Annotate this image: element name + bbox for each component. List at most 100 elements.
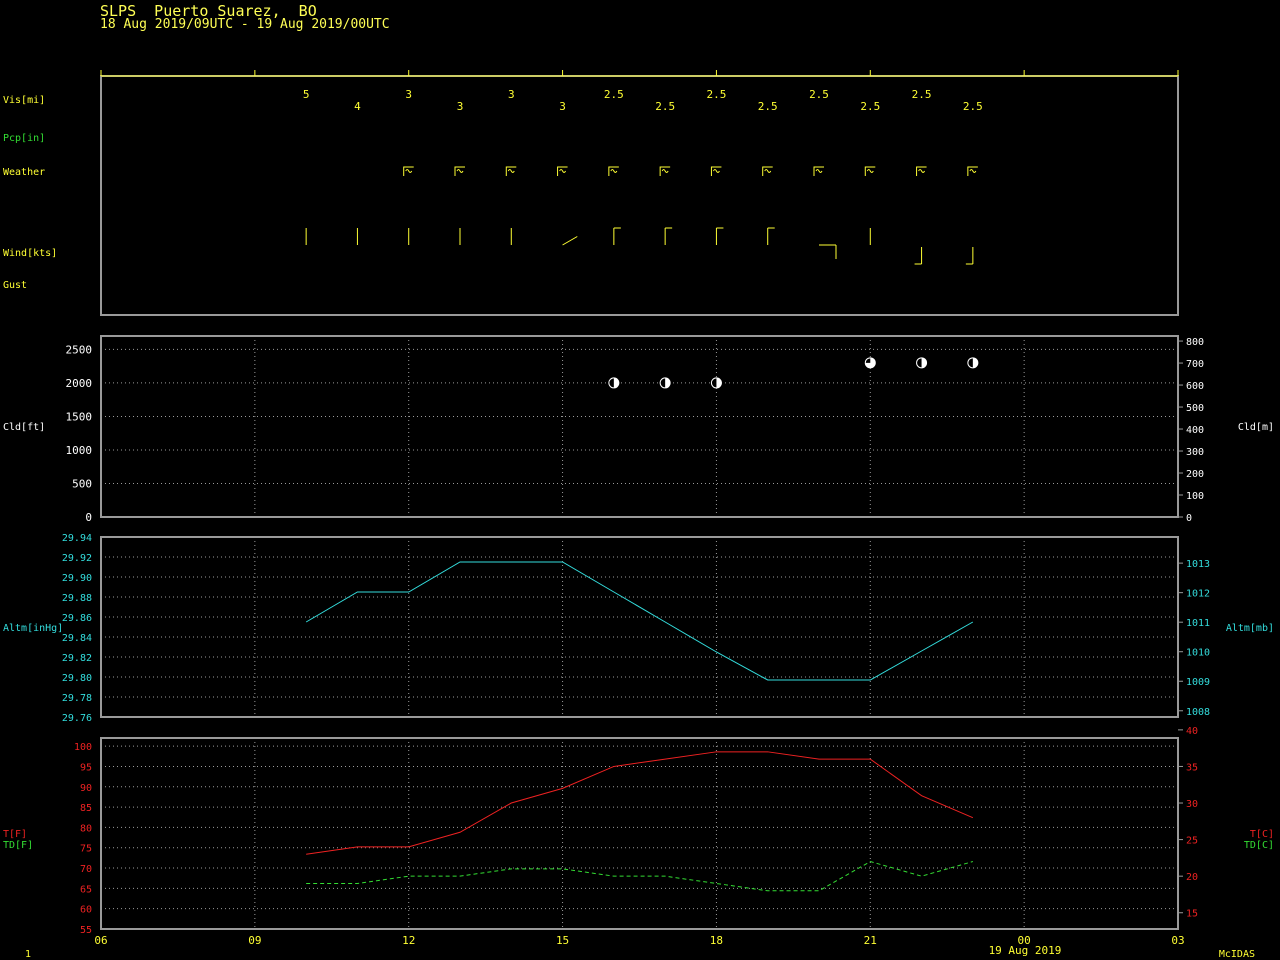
haze-symbol xyxy=(916,166,927,176)
row-label-2: Weather xyxy=(3,167,45,178)
cld-ytick-right: 700 xyxy=(1186,359,1204,370)
cld-ytick-right: 600 xyxy=(1186,381,1204,392)
tmp-ytick-right: 30 xyxy=(1186,799,1198,810)
tmp-ytick: 85 xyxy=(80,803,92,814)
alt-ytick: 29.78 xyxy=(62,693,92,704)
cld-ytick-right: 400 xyxy=(1186,425,1204,436)
visibility-value: 2.5 xyxy=(758,100,778,113)
row-label-0: Vis[mi] xyxy=(3,95,45,106)
wind-barb xyxy=(965,247,974,265)
cld-ytick: 2500 xyxy=(66,343,93,356)
alt-ytick-right: 1008 xyxy=(1186,707,1210,718)
visibility-value: 3 xyxy=(508,88,515,101)
tmp-ytick: 95 xyxy=(80,762,92,773)
alt-ytick: 29.90 xyxy=(62,573,92,584)
x-tick-label: 03 xyxy=(1171,934,1184,947)
visibility-value: 4 xyxy=(354,100,361,113)
visibility-value: 3 xyxy=(405,88,412,101)
haze-symbol xyxy=(967,166,978,176)
panel-frame-obs xyxy=(100,75,1179,316)
cld-ytick-right: 100 xyxy=(1186,491,1204,502)
haze-symbol xyxy=(762,166,773,176)
alt-ytick-right: 1013 xyxy=(1186,559,1210,570)
haze-symbol xyxy=(557,166,568,176)
alt-ylabel-right: Altm[mb] xyxy=(1226,623,1274,634)
tmp-ytick: 80 xyxy=(80,823,92,834)
tmp-ytick-right: 35 xyxy=(1186,762,1198,773)
visibility-value: 3 xyxy=(559,100,566,113)
haze-symbol xyxy=(864,166,876,176)
alt-ytick-right: 1012 xyxy=(1186,589,1210,600)
row-label-1: Pcp[in] xyxy=(3,133,45,144)
tmp-ytick-right: 40 xyxy=(1186,726,1198,737)
page-number: 1 xyxy=(25,949,31,960)
tmp-ytick: 60 xyxy=(80,905,92,916)
x-tick-label: 12 xyxy=(402,934,415,947)
wind-barb xyxy=(819,244,837,259)
haze-symbol xyxy=(608,166,619,176)
tmp-ytick: 55 xyxy=(80,925,92,936)
alt-ytick-right: 1010 xyxy=(1186,648,1210,659)
visibility-value: 2.5 xyxy=(604,88,624,101)
haze-symbol xyxy=(454,166,465,176)
x-tick-label: 21 xyxy=(864,934,877,947)
x-tick-label: 09 xyxy=(248,934,261,947)
haze-symbol xyxy=(403,166,414,176)
tmp-ytick: 75 xyxy=(80,844,92,855)
cld-ytick: 0 xyxy=(85,511,92,524)
alt-ytick: 29.76 xyxy=(62,713,92,724)
wind-barb xyxy=(613,227,621,245)
cld-ytick: 1500 xyxy=(66,410,93,423)
cld-ytick: 2000 xyxy=(66,377,93,390)
haze-symbol xyxy=(659,166,671,176)
alt-ytick: 29.92 xyxy=(62,553,92,564)
cld-ytick: 500 xyxy=(72,477,92,490)
tmp-ylabel-right: T[C] xyxy=(1250,829,1274,840)
tmp-ytick: 70 xyxy=(80,864,92,875)
x-tick-label: 15 xyxy=(556,934,569,947)
x-tick-label: 06 xyxy=(94,934,107,947)
cloud-cover-symbol xyxy=(710,377,722,389)
cloud-cover-symbol xyxy=(659,377,671,389)
haze-symbol xyxy=(505,166,517,176)
panel-frame-tmp xyxy=(100,737,1179,930)
tmp-ytick-right: 20 xyxy=(1186,872,1198,883)
cld-ytick-right: 200 xyxy=(1186,469,1204,480)
visibility-value: 2.5 xyxy=(912,88,932,101)
alt-ytick: 29.86 xyxy=(62,613,92,624)
date-label: 19 Aug 2019 xyxy=(989,944,1062,957)
cld-ytick: 1000 xyxy=(66,444,93,457)
altimeter-series-line xyxy=(305,561,974,681)
alt-ytick: 29.82 xyxy=(62,653,92,664)
cld-ytick-right: 500 xyxy=(1186,403,1204,414)
alt-ytick: 29.88 xyxy=(62,593,92,604)
cloud-cover-symbol xyxy=(967,357,979,369)
dewpoint-ylabel: TD[F] xyxy=(3,840,33,851)
tmp-ytick: 100 xyxy=(74,742,92,753)
temperature-series-line xyxy=(306,751,974,855)
tmp-ytick: 65 xyxy=(80,884,92,895)
dewpoint-ylabel-right: TD[C] xyxy=(1244,840,1274,851)
row-label-3: Wind[kts] xyxy=(3,248,57,259)
alt-ytick: 29.94 xyxy=(62,533,92,544)
brand-label: McIDAS xyxy=(1219,949,1255,960)
wind-barb xyxy=(562,236,578,246)
tmp-ylabel: T[F] xyxy=(3,829,27,840)
haze-symbol xyxy=(710,166,722,176)
alt-ylabel: Altm[inHg] xyxy=(3,623,63,634)
visibility-value: 2.5 xyxy=(809,88,829,101)
visibility-value: 2.5 xyxy=(860,100,880,113)
cld-ytick-right: 0 xyxy=(1186,513,1192,524)
meteogram: 06 09 12 15 18 21 00 03Vis[mi]Pcp[in]WeatherWin… xyxy=(3,70,1274,960)
cld-ytick-right: 300 xyxy=(1186,447,1204,458)
visibility-value: 2.5 xyxy=(963,100,983,113)
panel-frame-cld xyxy=(100,335,1179,518)
panel-frame-alt xyxy=(100,536,1179,718)
wind-barb xyxy=(715,227,724,245)
cld-ylabel: Cld[ft] xyxy=(3,422,45,433)
cloud-cover-symbol xyxy=(916,357,928,369)
wind-barb xyxy=(664,227,673,245)
cloud-cover-symbol xyxy=(864,357,876,369)
tmp-ytick-right: 25 xyxy=(1186,836,1198,847)
alt-ytick-right: 1011 xyxy=(1186,618,1210,629)
